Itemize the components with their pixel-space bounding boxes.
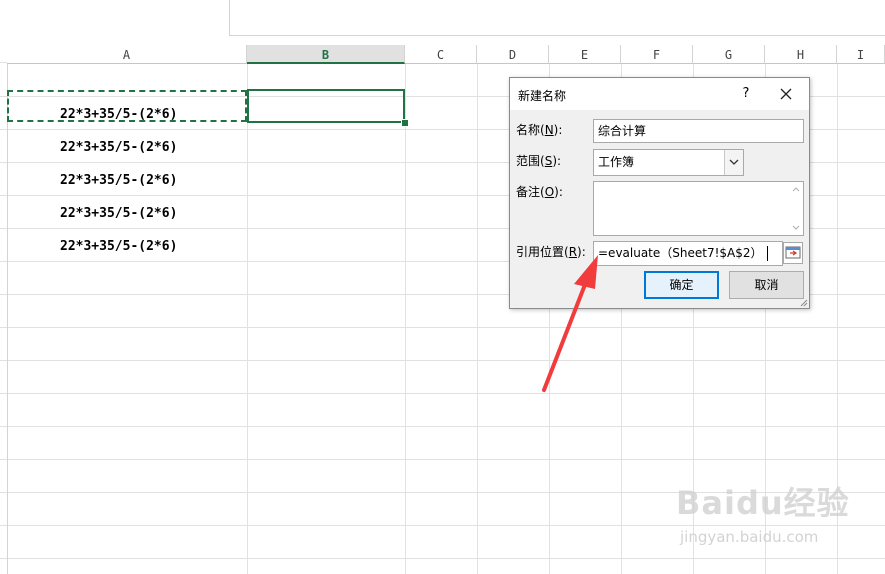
column-header-e[interactable]: E [549,45,621,64]
dialog-titlebar[interactable]: 新建名称 ? [510,78,809,110]
row-header-edge [7,45,8,574]
dialog-title: 新建名称 [518,89,567,103]
active-cell-b2[interactable] [247,89,405,123]
cell-a4[interactable]: 22*3+35/5-(2*6) [60,173,177,188]
scroll-arrows-icon [792,187,800,230]
new-name-dialog: 新建名称 ? 名称(N): 综合计算 范围(S): 工作簿 备注(O): 引用位… [509,77,810,309]
close-button[interactable] [776,84,796,104]
comment-scrollbar[interactable] [789,182,803,235]
scope-value: 工作簿 [598,155,635,169]
name-label: 名称(N): [516,123,563,137]
cancel-button[interactable]: 取消 [729,271,804,299]
refers-to-value: =evaluate（Sheet7!$A$2） [598,246,763,260]
column-header-c[interactable]: C [405,45,477,64]
formula-bar [0,0,885,45]
scope-dropdown[interactable]: 工作簿 [593,149,744,176]
collapse-dialog-icon [785,246,801,259]
column-header-i[interactable]: I [837,45,885,64]
gridline [405,64,406,574]
column-header-b[interactable]: B [247,45,405,64]
dropdown-button[interactable] [724,150,743,175]
chevron-down-icon [729,159,739,165]
gridline [477,64,478,574]
fill-handle[interactable] [401,119,409,127]
gridline [837,64,838,574]
refers-to-input[interactable]: =evaluate（Sheet7!$A$2） [593,241,783,266]
scope-label: 范围(S): [516,154,562,168]
help-button[interactable]: ? [736,84,756,104]
column-header-f[interactable]: F [621,45,693,64]
gridline [247,64,248,574]
comment-textarea[interactable] [593,181,804,236]
cell-a5[interactable]: 22*3+35/5-(2*6) [60,206,177,221]
column-header-h[interactable]: H [765,45,837,64]
column-header-g[interactable]: G [693,45,765,64]
copy-marquee [7,90,247,122]
cell-a3[interactable]: 22*3+35/5-(2*6) [60,140,177,155]
name-input[interactable]: 综合计算 [593,119,804,143]
column-header-a[interactable]: A [7,45,247,64]
range-picker-button[interactable] [783,242,803,264]
ok-button[interactable]: 确定 [644,271,719,299]
cell-a6[interactable]: 22*3+35/5-(2*6) [60,239,177,254]
text-cursor [766,246,768,261]
comment-label: 备注(O): [516,185,563,199]
refers-to-label: 引用位置(R): [516,245,586,259]
close-icon [780,88,792,100]
formula-input[interactable] [229,0,885,36]
column-header-d[interactable]: D [477,45,549,64]
resize-grip-icon[interactable] [798,297,808,307]
